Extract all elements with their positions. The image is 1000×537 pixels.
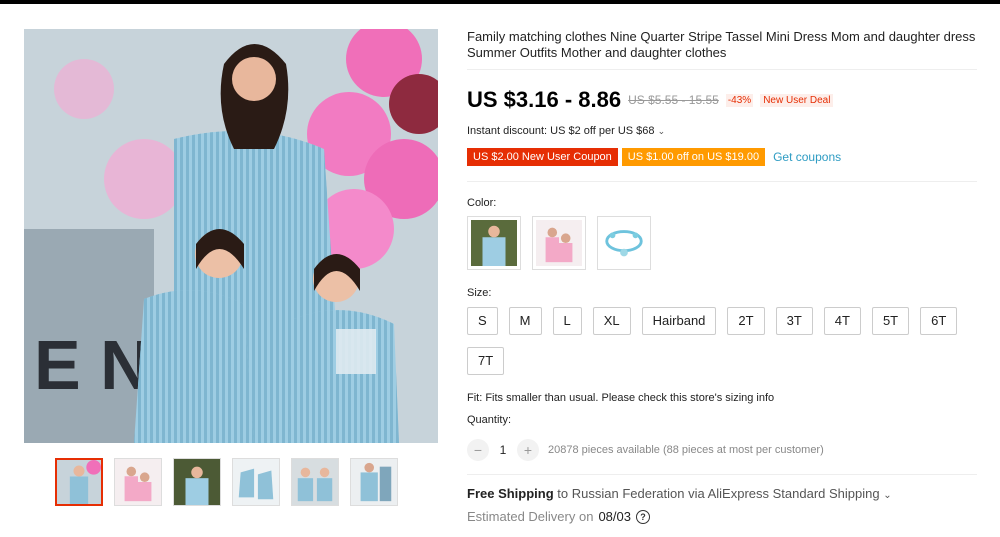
discount-badge: -43% xyxy=(725,93,754,107)
color-option-3[interactable] xyxy=(597,216,651,270)
shipping-method: to Russian Federation via AliExpress Sta… xyxy=(557,486,880,501)
color-option-1[interactable] xyxy=(467,216,521,270)
size-label: Size: xyxy=(467,287,492,299)
delivery-label: Estimated Delivery on xyxy=(467,509,594,524)
price: US $3.16 - 8.86 xyxy=(467,87,622,112)
main-product-image[interactable]: E NA xyxy=(24,29,438,443)
divider xyxy=(467,181,977,182)
new-user-coupon[interactable]: US $2.00 New User Coupon xyxy=(467,148,618,166)
quantity-label: Quantity: xyxy=(467,414,512,426)
size-option-s[interactable]: S xyxy=(467,307,498,335)
help-icon[interactable]: ? xyxy=(636,509,650,524)
coupon-row: US $2.00 New User Coupon US $1.00 off on… xyxy=(467,148,841,166)
divider xyxy=(467,474,977,475)
store-coupon[interactable]: US $1.00 off on US $19.00 xyxy=(621,148,766,166)
fit-note: Fit: Fits smaller than usual. Please che… xyxy=(467,392,775,404)
price-row: US $3.16 - 8.86 US $5.55 - 15.55 -43% Ne… xyxy=(467,87,834,113)
delivery-date: 08/03 xyxy=(598,509,631,524)
thumbnail-1[interactable] xyxy=(55,458,103,506)
product-title: Family matching clothes Nine Quarter Str… xyxy=(467,29,976,60)
size-option-4t[interactable]: 4T xyxy=(823,307,861,335)
availability-text: 20878 pieces available (88 pieces at mos… xyxy=(548,444,824,456)
chevron-down-icon: ⌄ xyxy=(657,126,666,136)
instant-discount[interactable]: Instant discount: US $2 off per US $68 ⌄ xyxy=(467,125,665,137)
thumbnail-strip xyxy=(55,458,398,506)
estimated-delivery: Estimated Delivery on 08/03 ? xyxy=(467,509,650,524)
thumbnail-2[interactable] xyxy=(114,458,162,506)
color-label: Color: xyxy=(467,197,497,209)
quantity-decrease-button[interactable]: − xyxy=(467,439,489,461)
quantity-stepper: − 1 + 20878 pieces available (88 pieces … xyxy=(467,439,824,461)
divider xyxy=(467,69,977,70)
top-bar xyxy=(0,0,1000,4)
size-option-6t[interactable]: 6T xyxy=(920,307,958,335)
size-option-xl[interactable]: XL xyxy=(592,307,631,335)
new-user-deal-badge: New User Deal xyxy=(760,93,834,107)
quantity-increase-button[interactable]: + xyxy=(517,439,539,461)
thumbnail-5[interactable] xyxy=(291,458,339,506)
color-options xyxy=(467,216,651,270)
thumbnail-6[interactable] xyxy=(350,458,398,506)
quantity-value[interactable]: 1 xyxy=(498,443,508,457)
chevron-down-icon: ⌄ xyxy=(883,490,892,501)
size-option-l[interactable]: L xyxy=(552,307,582,335)
size-option-5t[interactable]: 5T xyxy=(871,307,910,335)
size-option-3t[interactable]: 3T xyxy=(775,307,813,335)
color-option-2[interactable] xyxy=(532,216,586,270)
thumbnail-3[interactable] xyxy=(173,458,221,506)
size-option-2t[interactable]: 2T xyxy=(727,307,765,335)
get-coupons-link[interactable]: Get coupons xyxy=(773,150,841,164)
instant-discount-text: Instant discount: US $2 off per US $68 xyxy=(467,125,655,137)
size-option-7t[interactable]: 7T xyxy=(467,347,505,375)
original-price: US $5.55 - 15.55 xyxy=(628,93,719,107)
size-option-m[interactable]: M xyxy=(508,307,542,335)
size-option-hairband[interactable]: Hairband xyxy=(641,307,717,335)
thumbnail-4[interactable] xyxy=(232,458,280,506)
shipping-info[interactable]: Free Shipping to Russian Federation via … xyxy=(467,486,892,501)
size-options: S M L XL Hairband 2T 3T 4T 5T 6T 7T xyxy=(467,307,987,375)
free-shipping-label: Free Shipping xyxy=(467,486,554,501)
